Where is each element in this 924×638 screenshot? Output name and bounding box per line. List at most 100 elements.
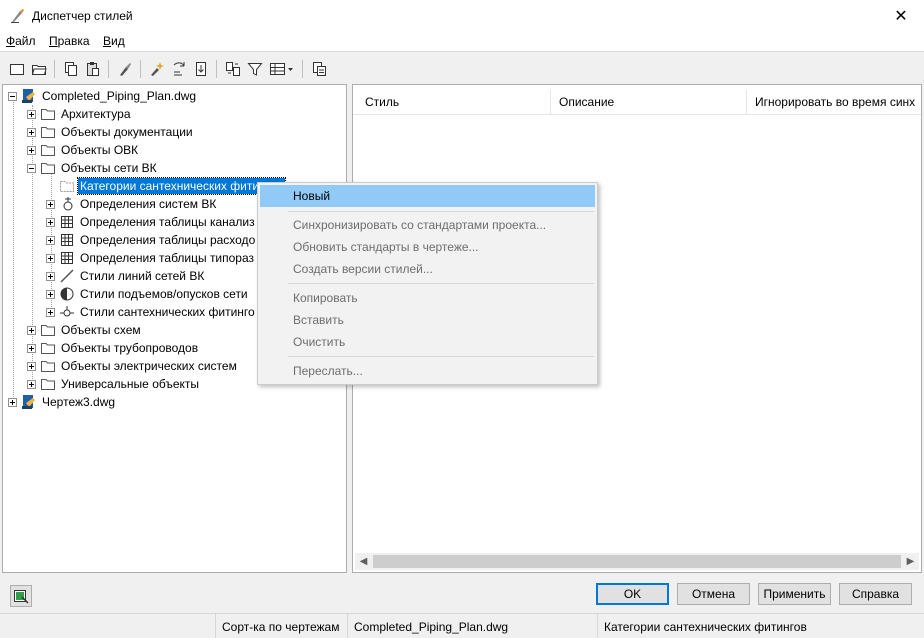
expand-icon[interactable] xyxy=(46,307,55,317)
menu-item-new[interactable]: Новый xyxy=(260,185,595,207)
tree-item-electrical-objects[interactable]: Объекты электрических систем xyxy=(27,357,239,375)
scroll-right-arrow-icon[interactable]: ▶ xyxy=(902,553,919,570)
expand-icon[interactable] xyxy=(27,145,36,155)
menu-bar: Файл Правка Вид xyxy=(0,32,924,52)
context-help-icon xyxy=(313,62,326,76)
expand-icon[interactable] xyxy=(46,289,55,299)
folder-icon xyxy=(41,127,55,138)
menu-file[interactable]: Файл xyxy=(6,34,36,48)
expand-icon[interactable] xyxy=(27,379,36,389)
tree-item-plumbing-objects[interactable]: Объекты сети ВК xyxy=(27,159,159,177)
expand-icon[interactable] xyxy=(46,217,55,227)
tree-item-label: Completed_Piping_Plan.dwg xyxy=(42,89,197,103)
toggle-view-button[interactable] xyxy=(224,60,242,78)
tree-item-plumbing-line-styles[interactable]: Стили линий сетей ВК xyxy=(46,267,206,285)
expand-icon[interactable] xyxy=(46,235,55,245)
viewer-icon xyxy=(14,590,29,604)
tree-item-label: Архитектура xyxy=(61,107,131,121)
expand-icon[interactable] xyxy=(27,109,36,119)
tree-item-plumbing-system-definitions[interactable]: Определения систем ВК xyxy=(46,195,218,213)
tree-item-fitting-styles[interactable]: Стили сантехнических фитинго xyxy=(46,303,257,321)
column-header-ignore-sync[interactable]: Игнорировать во время синх xyxy=(747,90,919,114)
set-current-button[interactable] xyxy=(192,60,210,78)
folder-icon xyxy=(41,109,55,120)
purge-button[interactable] xyxy=(116,60,134,78)
tree-item-label: Определения систем ВК xyxy=(80,197,217,211)
menu-item-email[interactable]: Переслать... xyxy=(260,360,595,382)
edit-style-icon xyxy=(173,62,185,76)
new-drawing-button[interactable] xyxy=(8,60,26,78)
window-title: Диспетчер стилей xyxy=(32,9,133,23)
help-context-button[interactable] xyxy=(310,60,328,78)
close-button[interactable]: ✕ xyxy=(878,0,924,32)
menu-edit[interactable]: Правка xyxy=(49,34,90,48)
expand-icon[interactable] xyxy=(46,199,55,209)
tree-item-label: Объекты сети ВК xyxy=(61,161,157,175)
open-drawing-button[interactable] xyxy=(30,60,48,78)
expand-icon[interactable] xyxy=(8,397,17,407)
scroll-left-arrow-icon[interactable]: ◀ xyxy=(355,553,372,570)
tree-item-documentation-objects[interactable]: Объекты документации xyxy=(27,123,195,141)
menu-item-paste[interactable]: Вставить xyxy=(260,309,595,331)
edit-style-button[interactable] xyxy=(170,60,188,78)
drawing-file-icon xyxy=(22,395,35,409)
ok-button[interactable]: OK xyxy=(596,583,669,605)
tree-item-flow-table-definitions[interactable]: Определения таблицы расходо xyxy=(46,231,257,249)
copy-button[interactable] xyxy=(62,60,80,78)
new-drawing-icon xyxy=(10,64,24,75)
menu-view[interactable]: Вид xyxy=(103,34,125,48)
tree-item-plumbing-fitting-categories[interactable]: Категории сантехнических фитингов xyxy=(59,177,286,195)
expand-icon[interactable] xyxy=(27,343,36,353)
folder-icon xyxy=(41,379,55,390)
line-style-icon xyxy=(60,269,74,283)
tree-item-size-table-definitions[interactable]: Определения таблицы типораз xyxy=(46,249,256,267)
toggle-view-icon xyxy=(226,62,240,76)
menu-item-purge[interactable]: Очистить xyxy=(260,331,595,353)
status-sort-mode: Сорт-ка по чертежам xyxy=(215,614,347,638)
paste-button[interactable] xyxy=(84,60,102,78)
tree-item-architecture[interactable]: Архитектура xyxy=(27,105,133,123)
collapse-icon[interactable] xyxy=(27,163,36,173)
tree-item-hvac-objects[interactable]: Объекты ОВК xyxy=(27,141,140,159)
tree-item-sewer-table-definitions[interactable]: Определения таблицы канализ xyxy=(46,213,257,231)
cancel-button[interactable]: Отмена xyxy=(677,583,750,605)
horizontal-scrollbar[interactable]: ◀ ▶ xyxy=(355,553,919,570)
tree-item-piping-objects[interactable]: Объекты трубопроводов xyxy=(27,339,200,357)
tree-item-label: Категории сантехнических фитингов xyxy=(77,177,286,195)
status-current-drawing: Completed_Piping_Plan.dwg xyxy=(347,614,597,638)
menu-item-version-styles[interactable]: Создать версии стилей... xyxy=(260,258,595,280)
system-definition-icon xyxy=(63,197,73,211)
tree-connector xyxy=(13,99,14,407)
column-header-description[interactable]: Описание xyxy=(551,90,747,114)
filter-button[interactable] xyxy=(246,60,264,78)
tree-item-drawing-3[interactable]: Чертеж3.dwg xyxy=(8,393,117,411)
scrollbar-thumb[interactable] xyxy=(373,555,901,568)
expand-icon[interactable] xyxy=(27,361,36,371)
expand-icon[interactable] xyxy=(27,325,36,335)
tree-item-label: Определения таблицы расходо xyxy=(80,233,256,247)
expand-icon[interactable] xyxy=(27,127,36,137)
new-style-button[interactable] xyxy=(148,60,166,78)
tree-item-label: Определения таблицы канализ xyxy=(80,215,255,229)
menu-separator xyxy=(288,211,594,212)
table-icon xyxy=(61,234,73,246)
menu-item-update-standards[interactable]: Обновить стандарты в чертеже... xyxy=(260,236,595,258)
filter-icon xyxy=(247,63,263,76)
header-divider xyxy=(353,114,921,115)
tree-item-label: Стили сантехнических фитинго xyxy=(80,305,255,319)
collapse-icon[interactable] xyxy=(8,91,17,101)
apply-button[interactable]: Применить xyxy=(758,583,831,605)
help-button[interactable]: Справка xyxy=(839,583,912,605)
tree-item-drawing-completed[interactable]: Completed_Piping_Plan.dwg xyxy=(8,87,198,105)
tree-item-schematic-objects[interactable]: Объекты схем xyxy=(27,321,143,339)
tree-item-label: Объекты электрических систем xyxy=(61,359,237,373)
menu-item-copy[interactable]: Копировать xyxy=(260,287,595,309)
show-preview-button[interactable] xyxy=(10,585,32,607)
display-options-dropdown[interactable] xyxy=(268,60,298,78)
tree-item-multipurpose-objects[interactable]: Универсальные объекты xyxy=(27,375,201,393)
tree-item-riser-styles[interactable]: Стили подъемов/опусков сети xyxy=(46,285,250,303)
expand-icon[interactable] xyxy=(46,253,55,263)
expand-icon[interactable] xyxy=(46,271,55,281)
column-header-style[interactable]: Стиль xyxy=(357,90,551,114)
menu-item-sync-standards[interactable]: Синхронизировать со стандартами проекта.… xyxy=(260,214,595,236)
